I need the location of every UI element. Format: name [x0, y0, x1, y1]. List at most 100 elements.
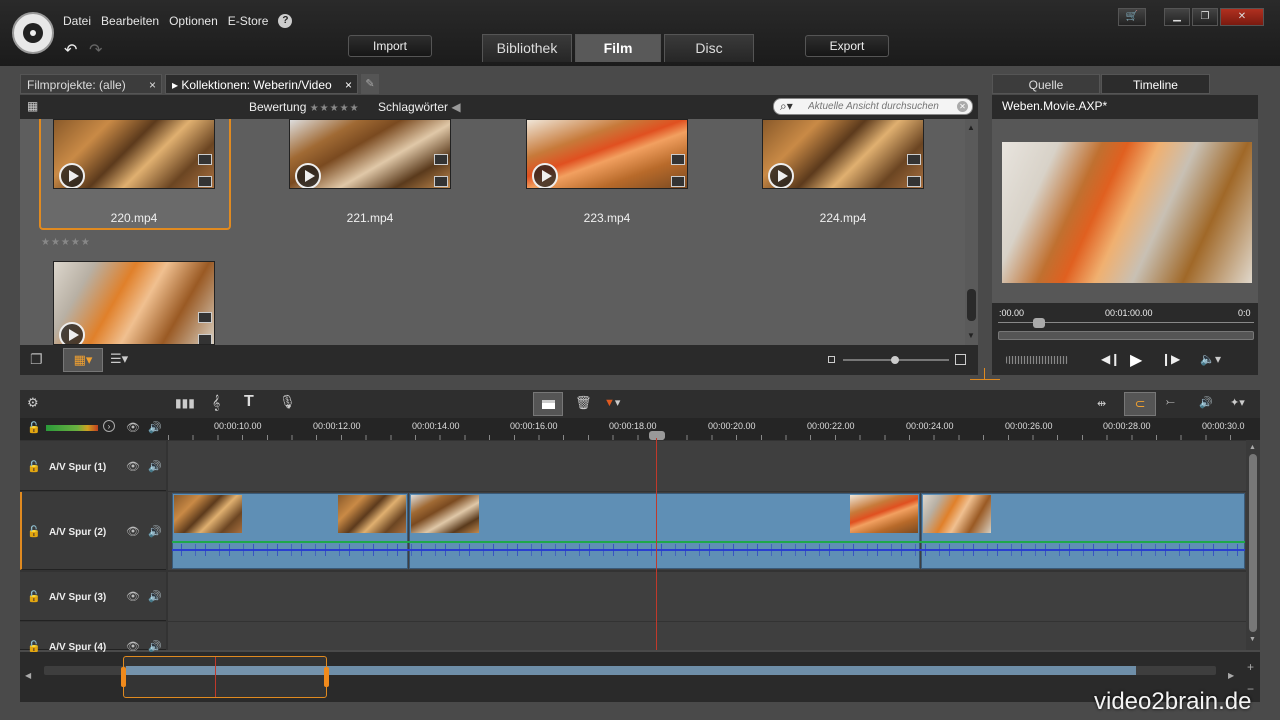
speaker-icon[interactable]: 🔊 [148, 460, 162, 473]
preview-scrubber-handle[interactable] [1033, 318, 1045, 328]
play-icon[interactable] [59, 163, 85, 188]
library-scrollbar[interactable]: ▲ ▼ [965, 119, 978, 345]
search-box[interactable]: ⌕▾ ✕ [773, 98, 973, 115]
clip-thumbnail[interactable] [526, 119, 688, 189]
eye-icon[interactable]: 👁 [126, 460, 140, 473]
speaker-icon[interactable]: 🔊 [148, 525, 162, 538]
clip-thumbnail[interactable] [762, 119, 924, 189]
marker-icon[interactable]: ▼▾ [604, 396, 620, 409]
cart-icon[interactable]: 🛒 [1118, 8, 1146, 26]
menu-file[interactable]: Datei [63, 14, 91, 28]
trash-icon[interactable]: 🗑 [575, 395, 592, 411]
clip-rating[interactable]: ★★★★★ [41, 237, 91, 248]
previous-frame-icon[interactable]: ◀❙ [1101, 352, 1120, 366]
lock-icon[interactable]: 🔓 [27, 525, 41, 538]
tab-source[interactable]: Quelle [992, 74, 1100, 94]
track-lane-4[interactable] [168, 622, 1246, 650]
close-window-icon[interactable]: ✕ [1220, 8, 1264, 26]
scroll-down-icon[interactable]: ▼ [967, 331, 975, 340]
menu-edit[interactable]: Bearbeiten [101, 14, 159, 28]
lock-icon[interactable]: 🔓 [27, 460, 41, 473]
play-icon[interactable] [768, 163, 794, 188]
restore-icon[interactable]: ❐ [1192, 8, 1218, 26]
navigator-left-handle[interactable] [121, 667, 126, 687]
splitter-handle[interactable] [970, 368, 1000, 380]
timeline-clip[interactable] [409, 493, 920, 569]
next-frame-icon[interactable]: ❙▶ [1161, 352, 1180, 366]
menu-store[interactable]: E-Store [228, 14, 269, 28]
tracks-scrollbar[interactable]: ▲ ▼ [1246, 440, 1260, 650]
track-lane-1[interactable] [168, 441, 1246, 491]
lock-all-icon[interactable]: 🔓 [27, 421, 41, 434]
import-button[interactable]: Import [348, 35, 432, 57]
tab-film-projects[interactable]: Filmprojekte: (alle) × [20, 74, 162, 94]
scroll-up-icon[interactable]: ▲ [1249, 444, 1256, 451]
rating-stars[interactable]: ★★★★★ [310, 103, 360, 114]
timeline-ruler[interactable]: 00:00:10.00 00:00:12.00 00:00:14.00 00:0… [168, 418, 1246, 440]
clip-thumbnail[interactable] [289, 119, 451, 189]
stack-icon[interactable]: ❐ [30, 351, 43, 368]
audio-mixer-icon[interactable]: ▮▮▮ [175, 396, 195, 410]
tab-film[interactable]: Film [575, 34, 661, 62]
play-button-icon[interactable]: ▶ [1130, 350, 1142, 370]
preview-scrollbar[interactable] [998, 331, 1254, 340]
microphone-icon[interactable]: 🎙 [279, 394, 296, 410]
settings-gear-icon[interactable]: ⚙ [27, 395, 39, 411]
tab-library[interactable]: Bibliothek [482, 34, 572, 62]
clip-thumbnail[interactable] [53, 261, 215, 345]
trim-icon[interactable]: ⤚ [1166, 396, 1175, 409]
minimize-icon[interactable]: ▁ [1164, 8, 1190, 26]
navigator-viewport[interactable] [121, 656, 329, 698]
export-button[interactable]: Export [805, 35, 889, 57]
tags-filter[interactable]: Schlagwörter ◀ [378, 100, 461, 114]
search-input[interactable] [808, 100, 958, 113]
close-tab-icon[interactable]: × [345, 75, 352, 95]
undo-icon[interactable]: ↶ [64, 40, 77, 60]
title-text-icon[interactable]: T [244, 393, 254, 411]
scroll-thumb[interactable] [1249, 454, 1257, 632]
close-tab-icon[interactable]: × [149, 75, 156, 95]
navigator-right-handle[interactable] [324, 667, 329, 687]
speaker-icon[interactable]: 🔊 [148, 590, 162, 603]
zoom-in-icon[interactable]: + [1247, 660, 1254, 674]
help-icon[interactable]: ? [278, 14, 293, 28]
grid-view-icon[interactable]: ▦▾ [63, 348, 103, 372]
audio-scrub-icon[interactable]: 🔊 [1199, 396, 1213, 409]
collections-icon[interactable]: ▦ [27, 99, 38, 113]
play-icon[interactable] [59, 322, 85, 344]
tab-collections[interactable]: ▸ Kollektionen: Weberin/Video × [165, 74, 358, 94]
split-clip-button[interactable] [533, 392, 563, 416]
eye-icon[interactable]: 👁 [126, 525, 140, 538]
zoom-slider-handle[interactable] [891, 356, 899, 364]
effects-icon[interactable]: ✦▾ [1230, 396, 1245, 409]
playhead-handle[interactable] [649, 431, 665, 440]
expand-meter-icon[interactable]: › [103, 420, 115, 432]
speaker-all-icon[interactable]: 🔊 [148, 421, 162, 434]
eye-icon[interactable]: 👁 [126, 590, 140, 603]
add-tab-icon[interactable]: ✎ [361, 74, 379, 94]
zoom-large-icon[interactable] [955, 354, 966, 365]
lock-icon[interactable]: 🔓 [27, 590, 41, 603]
zoom-slider[interactable] [843, 356, 949, 364]
clip-thumbnail[interactable] [53, 119, 215, 189]
volume-line[interactable] [172, 541, 1245, 543]
ripple-icon[interactable]: ⇹ [1097, 397, 1106, 410]
tab-timeline[interactable]: Timeline [1101, 74, 1210, 94]
zoom-small-icon[interactable] [828, 356, 835, 363]
menu-options[interactable]: Optionen [169, 14, 218, 28]
scroll-thumb[interactable] [967, 289, 976, 321]
pinnacle-logo-icon[interactable] [12, 12, 54, 54]
clear-search-icon[interactable]: ✕ [957, 101, 968, 112]
list-view-icon[interactable]: ☰▾ [110, 351, 128, 367]
track-lane-3[interactable] [168, 572, 1246, 621]
scroll-down-icon[interactable]: ▼ [1249, 636, 1256, 643]
redo-icon[interactable]: ↷ [89, 40, 102, 60]
rating-filter[interactable]: Bewertung ★★★★★ [249, 100, 360, 114]
music-icon[interactable]: 𝄞 [212, 394, 220, 411]
play-icon[interactable] [295, 163, 321, 188]
play-icon[interactable] [532, 163, 558, 188]
scroll-up-icon[interactable]: ▲ [967, 123, 975, 132]
nav-left-icon[interactable]: ◀ [25, 671, 31, 680]
tab-disc[interactable]: Disc [664, 34, 754, 62]
volume-icon[interactable]: 🔈▾ [1200, 352, 1221, 366]
